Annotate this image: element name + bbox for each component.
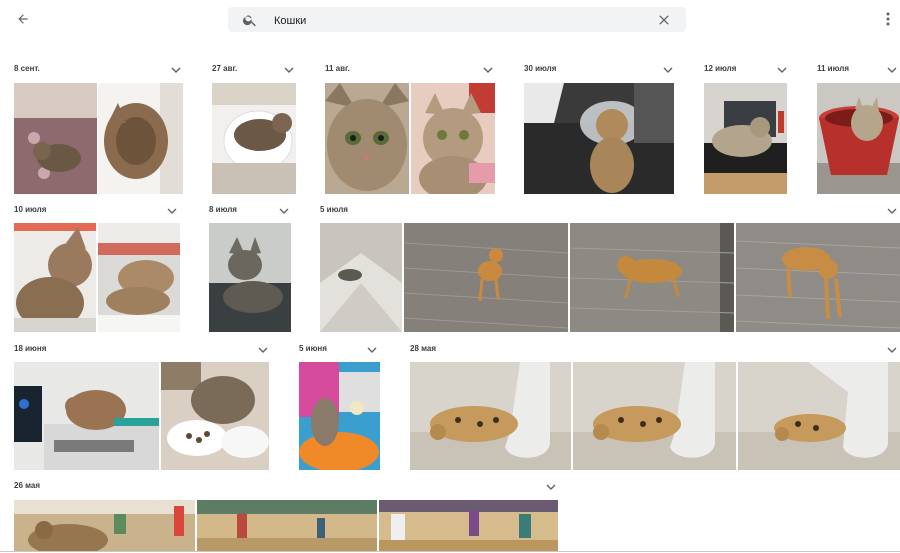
photo-thumbnail[interactable] (410, 362, 571, 470)
group-date-label: 30 июля (524, 64, 557, 73)
group-date-label: 11 авг. (325, 64, 350, 73)
photo-thumbnail[interactable] (524, 83, 674, 194)
chevron-down-icon[interactable] (279, 207, 289, 215)
photo-thumbnail[interactable] (299, 362, 380, 470)
chevron-down-icon[interactable] (483, 66, 493, 74)
photo-thumbnail[interactable] (161, 362, 269, 470)
photo-thumbnail[interactable] (573, 362, 736, 470)
chevron-down-icon[interactable] (171, 66, 181, 74)
arrow-left-icon (18, 14, 28, 24)
photo-thumbnail[interactable] (817, 83, 900, 194)
bottom-divider (0, 551, 900, 552)
group-date-label: 12 июля (704, 64, 737, 73)
search-bar (228, 7, 686, 34)
photo-thumbnail[interactable] (98, 83, 183, 194)
group-date-label: 18 июня (14, 344, 47, 353)
photo-thumbnail[interactable] (14, 83, 97, 194)
photo-thumbnail[interactable] (404, 223, 568, 332)
group-date-label: 28 мая (410, 344, 437, 353)
photo-thumbnail[interactable] (379, 500, 558, 551)
photo-thumbnail[interactable] (704, 83, 787, 194)
photo-thumbnail[interactable] (570, 223, 734, 332)
chevron-down-icon[interactable] (367, 346, 377, 354)
group-date-label: 5 июня (299, 344, 327, 353)
group-date-label: 26 мая (14, 481, 41, 490)
chevron-down-icon[interactable] (887, 346, 897, 354)
more-vert-icon[interactable] (880, 9, 896, 29)
photo-thumbnail[interactable] (209, 223, 291, 332)
back-button[interactable] (12, 8, 34, 30)
photo-thumbnail[interactable] (320, 223, 402, 332)
photo-thumbnail[interactable] (98, 223, 180, 332)
chevron-down-icon[interactable] (887, 66, 897, 74)
top-bar (0, 0, 900, 40)
chevron-down-icon[interactable] (887, 207, 897, 215)
group-date-label: 8 сент. (14, 64, 40, 73)
group-date-label: 11 июля (817, 64, 849, 73)
photo-thumbnail[interactable] (736, 223, 900, 332)
chevron-down-icon[interactable] (546, 483, 556, 491)
photo-thumbnail[interactable] (212, 83, 296, 194)
photo-thumbnail[interactable] (14, 500, 195, 551)
chevron-down-icon[interactable] (258, 346, 268, 354)
photo-thumbnail[interactable] (325, 83, 409, 194)
chevron-down-icon[interactable] (284, 66, 294, 74)
photo-thumbnail[interactable] (738, 362, 900, 470)
group-date-label: 5 июля (320, 205, 348, 214)
group-date-label: 8 июля (209, 205, 237, 214)
search-icon (242, 15, 256, 27)
close-icon[interactable] (656, 12, 672, 28)
search-input[interactable] (272, 7, 636, 34)
chevron-down-icon[interactable] (777, 66, 787, 74)
photo-thumbnail[interactable] (197, 500, 377, 551)
chevron-down-icon[interactable] (663, 66, 673, 74)
group-date-label: 10 июля (14, 205, 47, 214)
chevron-down-icon[interactable] (167, 207, 177, 215)
photo-thumbnail[interactable] (14, 362, 159, 470)
group-date-label: 27 авг. (212, 64, 238, 73)
photo-thumbnail[interactable] (411, 83, 495, 194)
photo-thumbnail[interactable] (14, 223, 96, 332)
